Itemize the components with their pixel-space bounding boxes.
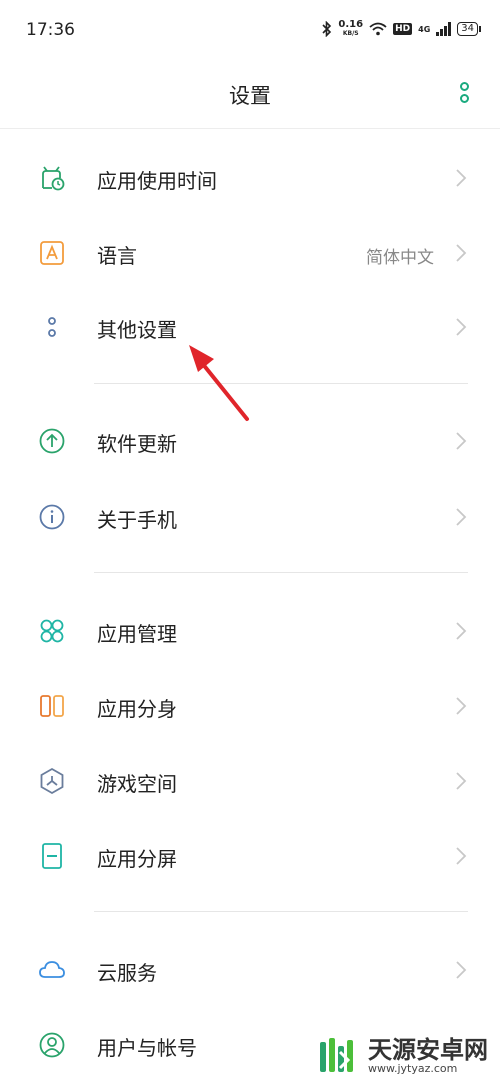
chevron-right-icon	[456, 508, 467, 526]
software-update-icon	[39, 428, 65, 454]
network-speed: 0.16 KB/S	[338, 19, 364, 38]
settings-item-label: 关于手机	[97, 508, 177, 532]
chevron-right-icon	[456, 169, 467, 187]
settings-item-cloud-service[interactable]: 云服务	[0, 933, 500, 1007]
page-title: 设置	[229, 84, 271, 108]
settings-item-software-update[interactable]: 软件更新	[0, 404, 500, 478]
settings-item-other-settings[interactable]: 其他设置	[0, 290, 500, 364]
settings-item-app-clone[interactable]: 应用分身	[0, 669, 500, 743]
chevron-right-icon	[456, 432, 467, 450]
split-screen-icon	[42, 843, 62, 869]
settings-item-label: 语言	[97, 244, 137, 268]
header: 设置	[0, 60, 500, 128]
settings-item-game-space[interactable]: 游戏空间	[0, 744, 500, 818]
status-time: 17:36	[26, 20, 75, 40]
watermark: 天源安卓网 www.jytyaz.com	[318, 1036, 488, 1076]
settings-item-app-usage-time[interactable]: 应用使用时间	[0, 141, 500, 215]
status-bar: 17:36 0.16 KB/S HD 4G 34	[0, 0, 500, 60]
about-phone-icon	[39, 504, 65, 530]
bluetooth-icon	[322, 21, 332, 37]
settings-item-label: 游戏空间	[97, 772, 177, 796]
settings-item-label: 应用分屏	[97, 847, 177, 871]
language-icon	[40, 241, 64, 265]
other-settings-icon	[48, 317, 56, 337]
battery-indicator: 34	[457, 22, 481, 36]
watermark-title: 天源安卓网	[368, 1036, 488, 1064]
header-divider	[0, 128, 500, 129]
more-dot-icon	[460, 94, 469, 103]
chevron-right-icon	[456, 961, 467, 979]
settings-item-label: 云服务	[97, 961, 157, 985]
section-divider	[94, 911, 468, 912]
wifi-icon	[369, 22, 387, 36]
settings-item-label: 软件更新	[97, 432, 177, 456]
chevron-right-icon	[456, 318, 467, 336]
settings-item-label: 用户与帐号	[97, 1036, 197, 1060]
settings-item-split-screen[interactable]: 应用分屏	[0, 819, 500, 893]
section-divider	[94, 572, 468, 573]
network-type: 4G	[418, 24, 431, 34]
app-usage-time-icon	[42, 166, 65, 191]
chevron-right-icon	[456, 772, 467, 790]
chevron-right-icon	[456, 697, 467, 715]
settings-item-language[interactable]: 语言 简体中文	[0, 216, 500, 290]
more-dot-icon	[460, 82, 469, 91]
settings-item-app-management[interactable]: 应用管理	[0, 594, 500, 668]
chevron-right-icon	[456, 622, 467, 640]
game-space-icon	[40, 767, 64, 795]
app-management-icon	[40, 619, 64, 643]
chevron-right-icon	[456, 847, 467, 865]
user-account-icon	[39, 1032, 65, 1058]
app-clone-icon	[40, 695, 64, 717]
settings-item-label: 应用使用时间	[97, 169, 217, 193]
watermark-url: www.jytyaz.com	[368, 1062, 458, 1075]
chevron-right-icon	[456, 244, 467, 262]
language-value: 简体中文	[366, 248, 434, 268]
settings-item-label: 其他设置	[97, 318, 177, 342]
watermark-logo-icon	[320, 1038, 353, 1072]
settings-item-label: 应用分身	[97, 697, 177, 721]
status-icons: 0.16 KB/S HD 4G 34	[322, 19, 481, 38]
more-options-button[interactable]	[460, 82, 470, 108]
settings-item-about-phone[interactable]: 关于手机	[0, 480, 500, 554]
signal-icon	[436, 22, 452, 36]
settings-item-label: 应用管理	[97, 622, 177, 646]
hd-badge: HD	[393, 23, 413, 35]
cloud-service-icon	[39, 961, 65, 978]
section-divider	[94, 383, 468, 384]
watermark-text: 天源安卓网 www.jytyaz.com	[368, 1037, 488, 1075]
